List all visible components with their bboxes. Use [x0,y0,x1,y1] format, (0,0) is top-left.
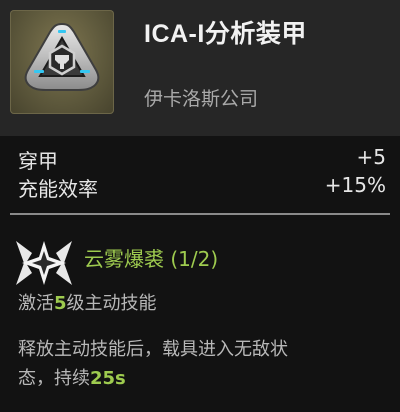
stat-value: +15% [324,173,386,197]
stat-row-armor-pierce: 穿甲 +5 [18,145,386,173]
item-title: ICA-I分析装甲 [144,20,307,48]
bonus-description-line-1: 激活5级主动技能 [18,289,157,315]
item-header: ICA-I分析装甲 伊卡洛斯公司 [0,0,400,136]
stats-section: 穿甲 +5 充能效率 +15% [0,136,400,210]
bonus-highlight-number: 5 [54,293,67,314]
bonus-description-line-3: 态，持续25s [18,364,126,390]
bonus-text: 激活 [18,293,54,314]
stat-row-charge-efficiency: 充能效率 +15% [18,173,386,201]
item-manufacturer: 伊卡洛斯公司 [144,88,259,110]
item-icon-frame [10,10,114,114]
item-detail-panel: ICA-I分析装甲 伊卡洛斯公司 穿甲 +5 充能效率 +15% 云雾爆裘 (1… [0,0,400,412]
hex-armor-module-icon [24,22,100,91]
set-bonus-name: 云雾爆裘 (1/2) [84,247,219,271]
bonus-text: 级主动技能 [66,293,157,314]
bonus-text: 态，持续 [18,368,90,389]
stat-value: +5 [356,145,386,169]
bonus-description-line-2: 释放主动技能后，载具进入无敌状 [18,339,288,360]
bonus-highlight-duration: 25s [90,368,126,389]
stat-label: 充能效率 [18,177,98,201]
triple-chevron-star-icon [16,241,72,285]
set-bonus-section: 云雾爆裘 (1/2) 激活5级主动技能 释放主动技能后，载具进入无敌状 态，持续… [0,215,400,412]
stat-label: 穿甲 [18,149,58,173]
